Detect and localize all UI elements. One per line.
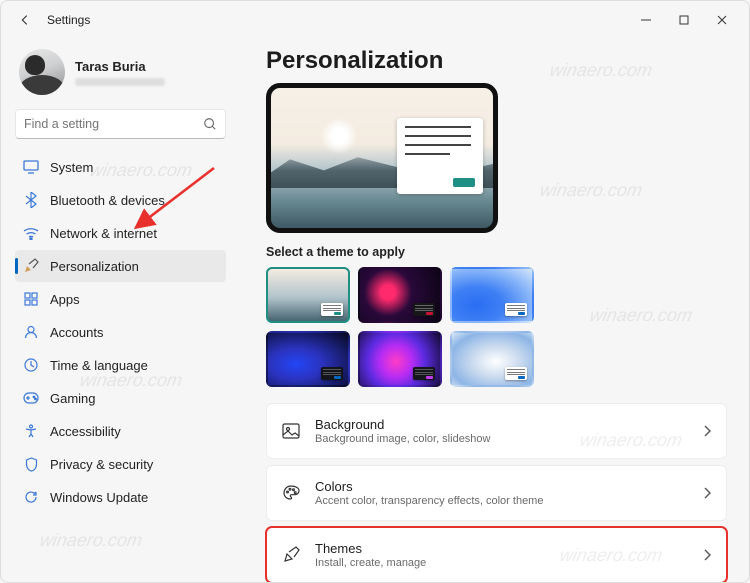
- sidebar-item-label: Network & internet: [50, 226, 157, 241]
- sidebar: Taras Buria System Bluetooth & devices: [1, 39, 236, 582]
- sidebar-item-accessibility[interactable]: Accessibility: [15, 415, 226, 447]
- sidebar-item-accounts[interactable]: Accounts: [15, 316, 226, 348]
- theme-section-label: Select a theme to apply: [266, 245, 727, 259]
- maximize-icon: [679, 15, 689, 25]
- personalization-icon: [23, 258, 39, 274]
- background-icon: [281, 421, 301, 441]
- sidebar-item-network[interactable]: Network & internet: [15, 217, 226, 249]
- minimize-button[interactable]: [627, 5, 665, 35]
- card-colors[interactable]: Colors Accent color, transparency effect…: [266, 465, 727, 521]
- profile-email-blurred: [75, 78, 165, 86]
- sidebar-item-label: Time & language: [50, 358, 148, 373]
- sidebar-item-label: System: [50, 160, 93, 175]
- back-button[interactable]: [9, 4, 41, 36]
- sidebar-item-label: Gaming: [50, 391, 96, 406]
- sidebar-item-system[interactable]: System: [15, 151, 226, 183]
- profile-block[interactable]: Taras Buria: [15, 45, 226, 105]
- apps-icon: [23, 291, 39, 307]
- close-icon: [717, 15, 727, 25]
- theme-option-3[interactable]: [450, 267, 534, 323]
- maximize-button[interactable]: [665, 5, 703, 35]
- sidebar-item-apps[interactable]: Apps: [15, 283, 226, 315]
- chevron-right-icon: [702, 487, 712, 499]
- card-subtitle: Accent color, transparency effects, colo…: [315, 495, 688, 507]
- minimize-icon: [641, 15, 651, 25]
- sidebar-item-label: Apps: [50, 292, 80, 307]
- colors-icon: [281, 483, 301, 503]
- network-icon: [23, 225, 39, 241]
- sidebar-item-gaming[interactable]: Gaming: [15, 382, 226, 414]
- card-title: Colors: [315, 479, 688, 494]
- theme-option-2[interactable]: [358, 267, 442, 323]
- sidebar-item-label: Bluetooth & devices: [50, 193, 165, 208]
- sidebar-item-label: Accounts: [50, 325, 103, 340]
- search-icon: [203, 117, 217, 131]
- theme-grid: [266, 267, 727, 387]
- window-title: Settings: [47, 13, 90, 27]
- sidebar-item-bluetooth[interactable]: Bluetooth & devices: [15, 184, 226, 216]
- card-title: Themes: [315, 541, 688, 556]
- accounts-icon: [23, 324, 39, 340]
- themes-icon: [281, 545, 301, 565]
- chevron-right-icon: [702, 425, 712, 437]
- time-icon: [23, 357, 39, 373]
- privacy-icon: [23, 456, 39, 472]
- sidebar-item-label: Privacy & security: [50, 457, 153, 472]
- card-background[interactable]: Background Background image, color, slid…: [266, 403, 727, 459]
- accessibility-icon: [23, 423, 39, 439]
- sidebar-item-label: Accessibility: [50, 424, 121, 439]
- sidebar-item-update[interactable]: Windows Update: [15, 481, 226, 513]
- theme-option-4[interactable]: [266, 331, 350, 387]
- bluetooth-icon: [23, 192, 39, 208]
- theme-option-5[interactable]: [358, 331, 442, 387]
- page-title: Personalization: [266, 47, 727, 75]
- theme-option-1[interactable]: [266, 267, 350, 323]
- card-title: Background: [315, 417, 688, 432]
- desktop-preview: [266, 83, 498, 233]
- system-icon: [23, 159, 39, 175]
- search-box[interactable]: [15, 109, 226, 139]
- search-input[interactable]: [24, 117, 203, 131]
- card-subtitle: Background image, color, slideshow: [315, 433, 688, 445]
- close-button[interactable]: [703, 5, 741, 35]
- sidebar-item-label: Personalization: [50, 259, 139, 274]
- sidebar-item-privacy[interactable]: Privacy & security: [15, 448, 226, 480]
- sidebar-item-label: Windows Update: [50, 490, 148, 505]
- titlebar: Settings: [1, 1, 749, 39]
- card-themes[interactable]: Themes Install, create, manage: [266, 527, 727, 582]
- chevron-right-icon: [702, 549, 712, 561]
- nav-list: System Bluetooth & devices Network & int…: [15, 151, 226, 513]
- profile-name: Taras Buria: [75, 59, 165, 74]
- theme-option-6[interactable]: [450, 331, 534, 387]
- card-subtitle: Install, create, manage: [315, 557, 688, 569]
- avatar: [19, 49, 65, 95]
- arrow-left-icon: [18, 13, 32, 27]
- sidebar-item-time[interactable]: Time & language: [15, 349, 226, 381]
- preview-window: [397, 118, 483, 194]
- gaming-icon: [23, 390, 39, 406]
- main-content: Personalization Select a theme to apply: [236, 39, 749, 582]
- update-icon: [23, 489, 39, 505]
- sidebar-item-personalization[interactable]: Personalization: [15, 250, 226, 282]
